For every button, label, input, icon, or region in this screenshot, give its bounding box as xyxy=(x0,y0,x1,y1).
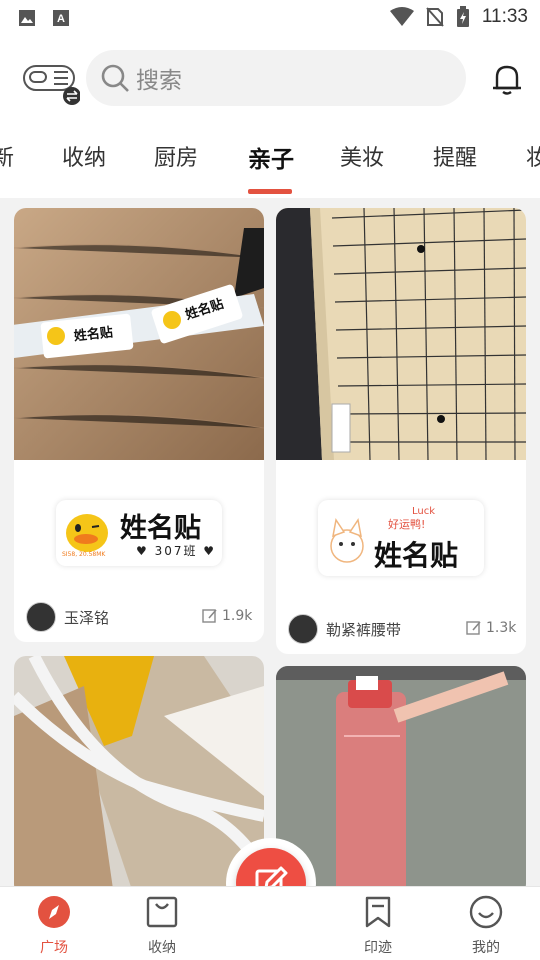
wifi-icon xyxy=(389,7,414,26)
tab-parenting[interactable]: 亲子 xyxy=(248,140,294,174)
tab-new[interactable]: 新 xyxy=(0,140,14,172)
feed-card[interactable]: 姓名贴 姓名贴 姓名贴 ♥ 307班 ♥ SI58, 20.58MK 玉泽铭 1… xyxy=(14,208,264,642)
label-tape-photo: 姓名贴 姓名贴 xyxy=(14,208,264,460)
battery-charging-icon xyxy=(456,6,469,27)
printer-switch-icon[interactable] xyxy=(22,60,80,106)
bookmark-icon xyxy=(365,896,391,928)
card-author[interactable]: 勒紧裤腰带 xyxy=(288,614,401,644)
cat-icon xyxy=(330,518,364,563)
feed-card[interactable] xyxy=(14,656,264,896)
tab-kitchen[interactable]: 厨房 xyxy=(154,140,198,172)
sticker-title: 姓名贴 xyxy=(374,539,459,572)
image-notification-icon xyxy=(19,10,35,26)
nav-label: 印迹 xyxy=(364,940,392,956)
edit-count: 1.9k xyxy=(202,608,252,624)
top-header: 搜索 xyxy=(0,36,540,118)
nav-label: 广场 xyxy=(40,940,68,956)
svg-text:A: A xyxy=(57,13,65,25)
bag-icon xyxy=(146,896,178,928)
duck-icon xyxy=(66,514,108,552)
nav-imprint[interactable]: 印迹 xyxy=(343,895,413,957)
avatar xyxy=(288,614,318,644)
search-icon xyxy=(101,64,129,92)
tab-reminder[interactable]: 提醒 xyxy=(433,140,477,172)
font-notification-icon: A xyxy=(53,10,69,26)
sticker-class: ♥ 307班 ♥ xyxy=(136,544,217,558)
water-bottle-photo xyxy=(276,666,526,896)
sticker-title: 姓名贴 xyxy=(120,513,201,544)
feed-card[interactable]: Luck 好运鸭! 姓名贴 勒紧裤腰带 1.3k xyxy=(276,208,526,654)
nav-me[interactable]: 我的 xyxy=(451,895,521,957)
nav-label: 收纳 xyxy=(148,940,176,956)
compass-icon xyxy=(38,896,70,928)
nav-label: 我的 xyxy=(472,940,500,956)
avatar xyxy=(26,602,56,632)
edit-count: 1.3k xyxy=(466,620,516,636)
edit-count-value: 1.3k xyxy=(486,620,517,636)
author-name: 勒紧裤腰带 xyxy=(326,620,402,639)
active-tab-indicator xyxy=(248,189,292,194)
edit-icon xyxy=(466,621,481,635)
feed-card[interactable] xyxy=(276,666,526,896)
tab-more[interactable]: 妆 xyxy=(526,140,540,172)
search-bar[interactable]: 搜索 xyxy=(86,50,466,106)
smile-icon xyxy=(469,895,503,929)
card-author[interactable]: 玉泽铭 xyxy=(26,602,109,632)
tab-makeup[interactable]: 美妆 xyxy=(340,140,384,172)
edit-count-value: 1.9k xyxy=(222,608,253,624)
edit-icon xyxy=(202,609,217,623)
chair-tape-photo xyxy=(14,656,264,896)
clock: 11:33 xyxy=(481,6,528,27)
notification-bell-icon[interactable] xyxy=(490,62,524,96)
tab-storage[interactable]: 收纳 xyxy=(62,140,106,172)
name-sticker-preview: 姓名贴 ♥ 307班 ♥ SI58, 20.58MK xyxy=(56,500,222,566)
nav-plaza[interactable]: 广场 xyxy=(19,895,89,957)
bottom-navigation: 广场 收纳 印迹 我的 xyxy=(0,886,540,960)
sticker-subtitle: 好运鸭! xyxy=(388,518,426,531)
no-sim-icon xyxy=(426,7,444,27)
search-placeholder: 搜索 xyxy=(136,68,182,94)
category-tabs: 新 收纳 厨房 亲子 美妆 提醒 妆 xyxy=(0,118,540,198)
sticker-tiny-text: SI58, 20.58MK xyxy=(62,551,106,558)
name-sticker-preview: Luck 好运鸭! 姓名贴 xyxy=(318,500,484,576)
author-name: 玉泽铭 xyxy=(64,608,110,627)
status-bar: A 11:33 xyxy=(0,0,540,36)
nav-storage[interactable]: 收纳 xyxy=(127,895,197,957)
go-board-photo xyxy=(276,208,526,460)
